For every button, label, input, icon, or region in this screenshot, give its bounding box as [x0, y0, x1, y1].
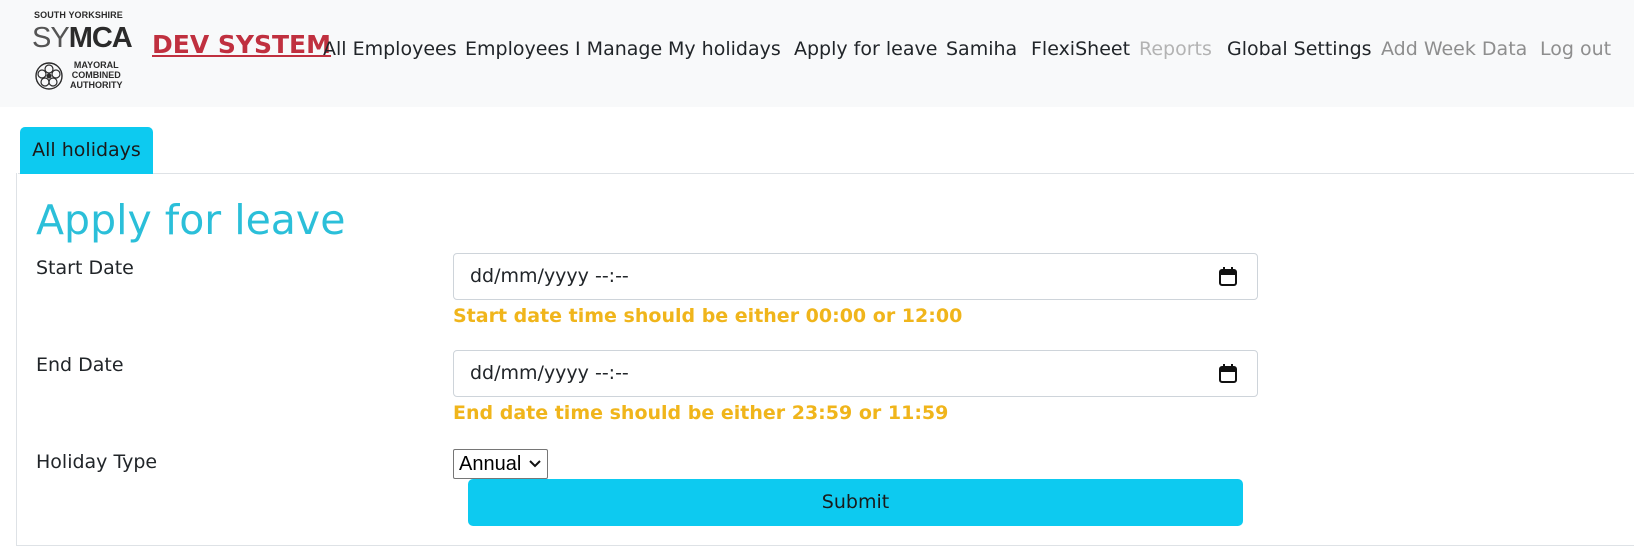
calendar-icon[interactable] [1219, 267, 1237, 286]
nav-reports: Reports [1139, 38, 1212, 60]
nav-samiha[interactable]: Samiha [946, 38, 1017, 60]
end-date-value: dd/mm/yyyy --:-- [470, 362, 629, 384]
dev-system-brand-link[interactable]: DEV SYSTEM [152, 30, 331, 59]
top-navbar: SOUTH YORKSHIRE SYMCA MAYORAL COMBINED A… [0, 0, 1634, 107]
start-date-label: Start Date [36, 257, 134, 279]
nav-my-holidays[interactable]: My holidays [668, 38, 781, 60]
nav-global-settings[interactable]: Global Settings [1227, 38, 1372, 60]
nav-employees-i-manage[interactable]: Employees I Manage [465, 38, 662, 60]
chevron-down-icon [529, 460, 541, 468]
end-date-label: End Date [36, 354, 124, 376]
panel-border-left [16, 173, 17, 545]
logo-authority-text: MAYORAL COMBINED AUTHORITY [70, 60, 123, 90]
holiday-type-value: Annual [459, 453, 522, 475]
end-date-input[interactable]: dd/mm/yyyy --:-- [453, 350, 1258, 397]
tab-all-holidays[interactable]: All holidays [20, 127, 153, 174]
end-date-hint: End date time should be either 23:59 or … [453, 402, 949, 424]
rose-emblem-icon [35, 62, 63, 90]
holiday-type-label: Holiday Type [36, 451, 158, 473]
symca-logo[interactable]: SOUTH YORKSHIRE SYMCA MAYORAL COMBINED A… [30, 8, 133, 94]
nav-log-out[interactable]: Log out [1540, 38, 1611, 60]
calendar-icon[interactable] [1219, 364, 1237, 383]
nav-all-employees[interactable]: All Employees [323, 38, 457, 60]
panel-border-bottom [16, 545, 1634, 546]
start-date-input[interactable]: dd/mm/yyyy --:-- [453, 253, 1258, 300]
nav-flexisheet[interactable]: FlexiSheet [1031, 38, 1130, 60]
tab-divider [18, 173, 1634, 174]
nav-add-week-data[interactable]: Add Week Data [1381, 38, 1527, 60]
logo-region-text: SOUTH YORKSHIRE [34, 10, 123, 20]
logo-wordmark: SYMCA [32, 22, 133, 54]
nav-apply-for-leave[interactable]: Apply for leave [794, 38, 937, 60]
page-title: Apply for leave [36, 196, 346, 244]
holiday-type-select[interactable]: Annual [453, 449, 548, 479]
submit-button[interactable]: Submit [468, 479, 1243, 526]
start-date-value: dd/mm/yyyy --:-- [470, 265, 629, 287]
start-date-hint: Start date time should be either 00:00 o… [453, 305, 963, 327]
